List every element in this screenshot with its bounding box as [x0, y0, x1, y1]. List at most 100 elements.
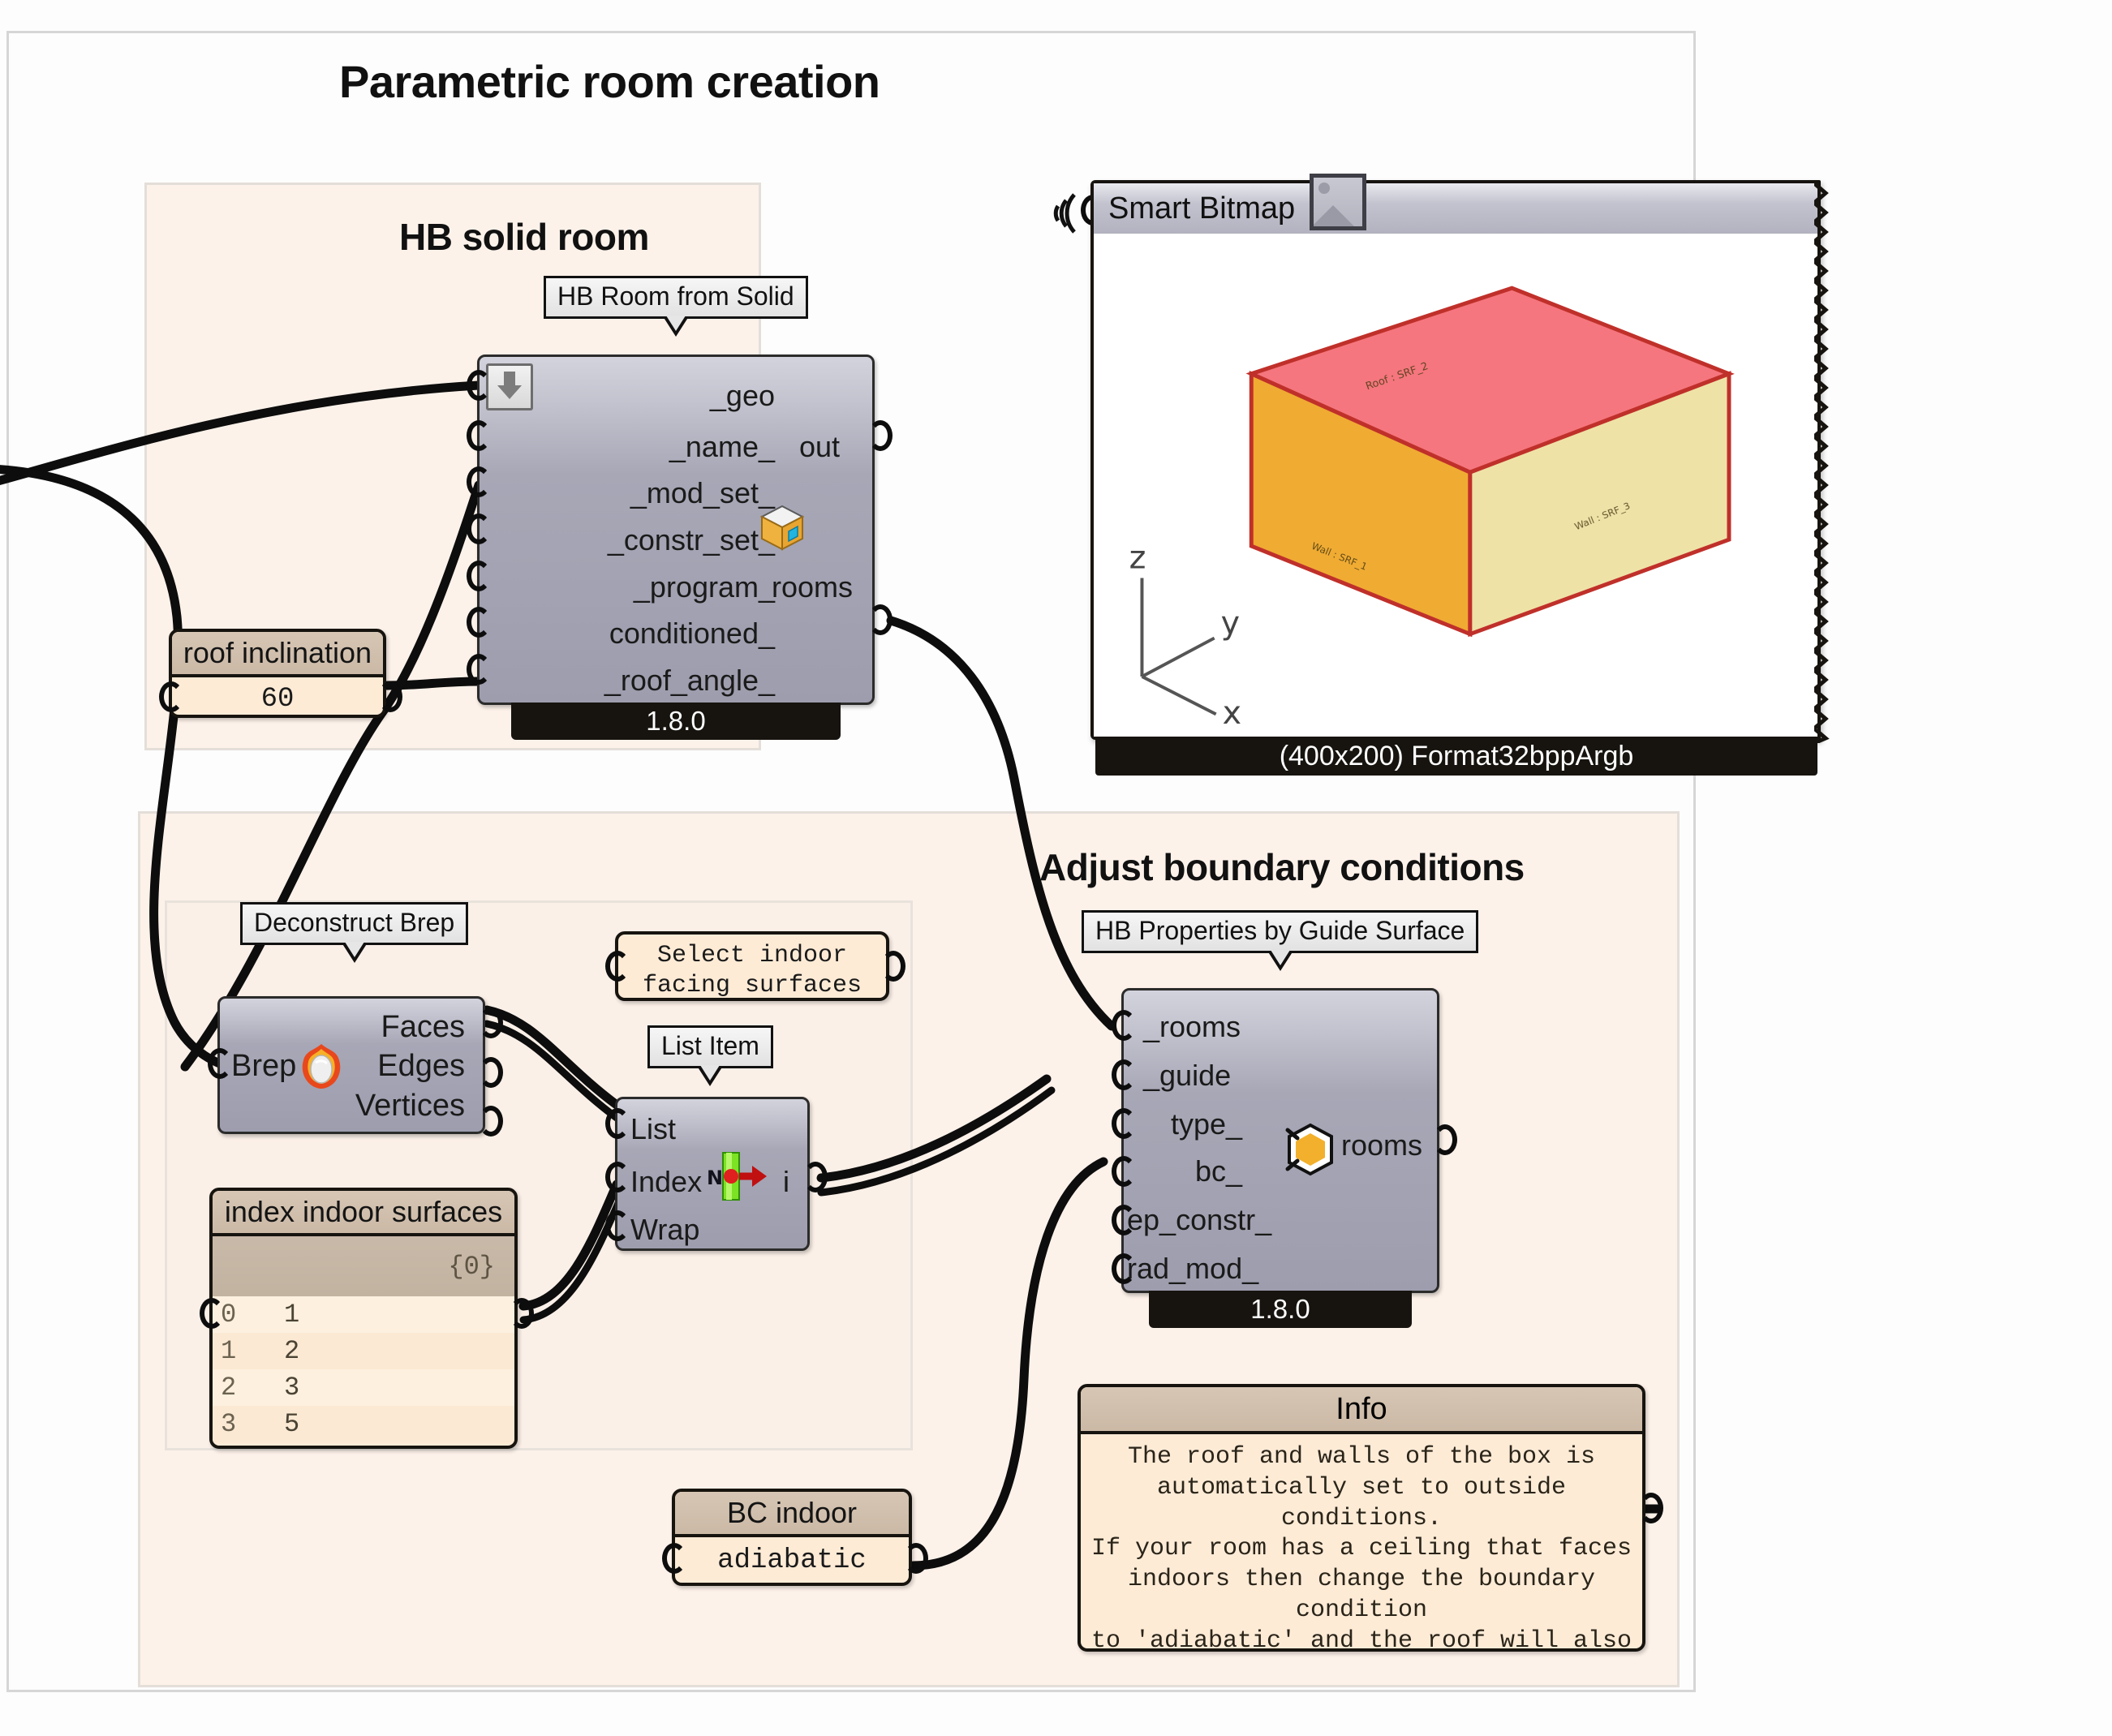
node-label-hb-room-from-solid: HB Room from Solid — [544, 276, 808, 337]
port-in-bc-indoor[interactable] — [662, 1543, 686, 1574]
port-out-vertices[interactable] — [479, 1106, 503, 1137]
node-label-hb-properties: HB Properties by Guide Surface — [1082, 910, 1479, 971]
port-out-out[interactable] — [868, 420, 893, 451]
row-index: 2 — [221, 1373, 237, 1403]
smart-bitmap-image: Roof : SRF_2 Wall : SRF_1 Wall : SRF_3 z… — [1094, 234, 1817, 737]
port-in-wrap[interactable] — [605, 1210, 630, 1241]
port-in-brep[interactable] — [208, 1048, 232, 1079]
port-out-roof-inclination[interactable] — [378, 681, 402, 712]
row-value[interactable]: 2 — [276, 1333, 514, 1369]
smart-bitmap-titlebar[interactable]: Smart Bitmap — [1094, 174, 1817, 237]
port-in-guide[interactable] — [1112, 1059, 1136, 1090]
port-out-i[interactable] — [803, 1162, 828, 1192]
port-in-rooms[interactable] — [1112, 1010, 1136, 1041]
index-table: {0} 0 1 1 2 2 3 3 5 — [213, 1236, 514, 1442]
input-label-name: _name_ — [669, 430, 775, 463]
output-label-vertices: Vertices — [355, 1089, 465, 1123]
input-label-mod-set: _mod_set_ — [630, 476, 775, 509]
node-label-text-deconstruct: Deconstruct Brep — [254, 908, 455, 937]
panel-roof-inclination[interactable]: roof inclination 60 — [169, 629, 386, 718]
panel-value-roof-inclination[interactable]: 60 — [172, 677, 383, 715]
grasshopper-canvas[interactable]: Parametric room creation HB solid room H… — [0, 0, 2112, 1736]
row-value[interactable]: 3 — [276, 1369, 514, 1406]
node-label-text-list-item: List Item — [661, 1031, 759, 1060]
panel-body-info: The roof and walls of the box is automat… — [1090, 1443, 1632, 1652]
port-in-list[interactable] — [605, 1108, 630, 1139]
axis-label-y: y — [1221, 605, 1240, 642]
input-label-type: type_ — [1171, 1107, 1243, 1141]
port-in-index-panel[interactable] — [200, 1298, 224, 1329]
input-label-geo: _geo — [709, 379, 775, 412]
row-value[interactable]: 1 — [276, 1296, 514, 1333]
panel-title-bc-indoor: BC indoor — [675, 1492, 909, 1537]
note-line-2: facing surfaces — [642, 971, 862, 999]
node-hb-room-from-solid[interactable]: _geo _name_ _mod_set_ _constr_set_ _prog… — [477, 355, 875, 740]
node-hb-properties-by-guide-surface[interactable]: _rooms _guide type_ bc_ ep_constr_ rad_m… — [1121, 988, 1439, 1328]
table-row[interactable]: 2 3 — [213, 1369, 514, 1406]
port-in-program[interactable] — [467, 561, 491, 591]
input-label-program: _program_ — [633, 570, 775, 604]
port-in-constr-set[interactable] — [467, 513, 491, 544]
table-row[interactable]: 1 2 — [213, 1333, 514, 1369]
panel-title-info: Info — [1081, 1387, 1642, 1434]
list-item-icon: N — [705, 1151, 768, 1201]
node-version-hb-properties: 1.8.0 — [1148, 1291, 1413, 1328]
group-title-hb-solid-room: HB solid room — [399, 216, 649, 258]
down-arrow-icon[interactable] — [486, 363, 533, 410]
balloon-tail-icon — [697, 1065, 724, 1086]
node-deconstruct-brep[interactable]: Brep Faces Edges Vertices — [217, 996, 485, 1134]
node-list-item[interactable]: List Index Wrap i N — [615, 1097, 810, 1251]
smart-bitmap-window[interactable]: Smart Bitmap Roof : SRF_2 Wall : SRF_1 W… — [1090, 174, 1830, 746]
input-label-ep-constr: ep_constr_ — [1127, 1203, 1272, 1236]
table-row[interactable]: 3 5 — [213, 1406, 514, 1442]
deconstruct-brep-icon — [296, 1042, 346, 1091]
note-line-1: Select indoor — [656, 942, 848, 969]
port-out-info[interactable] — [1639, 1493, 1663, 1523]
input-label-rooms: _rooms — [1143, 1010, 1241, 1043]
panel-select-indoor-surfaces[interactable]: Select indoor facing surfaces — [615, 931, 889, 1001]
panel-value-bc-indoor[interactable]: adiabatic — [675, 1537, 909, 1583]
panel-info[interactable]: Info The roof and walls of the box is au… — [1078, 1384, 1645, 1652]
page-title: Parametric room creation — [339, 56, 880, 107]
port-in-ep-constr[interactable] — [1112, 1205, 1136, 1235]
input-label-brep: Brep — [231, 1049, 297, 1083]
port-out-select-indoor[interactable] — [881, 951, 905, 982]
table-branch-row: {0} — [213, 1236, 514, 1296]
row-index: 1 — [221, 1336, 237, 1366]
table-branch-path: {0} — [276, 1236, 514, 1296]
table-row[interactable]: 0 1 — [213, 1296, 514, 1333]
honeybee-room-icon — [757, 503, 807, 553]
port-in-select-indoor[interactable] — [605, 951, 630, 982]
port-out-edges[interactable] — [479, 1057, 503, 1088]
smart-bitmap-title: Smart Bitmap — [1108, 191, 1296, 226]
axis-label-x: x — [1223, 694, 1241, 732]
port-in-index[interactable] — [605, 1162, 630, 1192]
row-value[interactable]: 5 — [276, 1406, 514, 1442]
port-in-roof-angle[interactable] — [467, 654, 491, 685]
input-label-rad-mod: rad_mod_ — [1127, 1252, 1259, 1285]
port-in-conditioned[interactable] — [467, 607, 491, 638]
port-in-bc[interactable] — [1112, 1156, 1136, 1187]
node-label-text: HB Room from Solid — [557, 281, 794, 311]
port-out-faces[interactable] — [479, 1008, 503, 1038]
output-label-i: i — [783, 1165, 789, 1198]
panel-bc-indoor[interactable]: BC indoor adiabatic — [672, 1489, 912, 1586]
honeybee-hex-icon — [1281, 1120, 1340, 1179]
image-thumbnail-icon[interactable] — [1310, 174, 1367, 230]
port-in-type[interactable] — [1112, 1108, 1136, 1139]
port-in-mod-set[interactable] — [467, 466, 491, 497]
port-in-rad-mod[interactable] — [1112, 1253, 1136, 1284]
port-out-bc-indoor[interactable] — [904, 1543, 928, 1574]
input-label-roof-angle: _roof_angle_ — [604, 664, 775, 697]
port-out-rooms[interactable] — [868, 604, 893, 635]
output-label-out: out — [798, 430, 840, 463]
torn-edge-icon — [1811, 182, 1839, 746]
panel-index-indoor-surfaces[interactable]: index indoor surfaces {0} 0 1 1 2 2 3 3 … — [209, 1188, 518, 1449]
port-in-geo[interactable] — [467, 370, 491, 401]
row-index: 3 — [221, 1409, 237, 1439]
port-out-rooms-guide[interactable] — [1433, 1124, 1457, 1155]
input-label-bc: bc_ — [1195, 1154, 1243, 1188]
port-in-roof-inclination[interactable] — [159, 681, 183, 712]
port-out-index-panel[interactable] — [510, 1298, 534, 1329]
port-in-name[interactable] — [467, 420, 491, 451]
